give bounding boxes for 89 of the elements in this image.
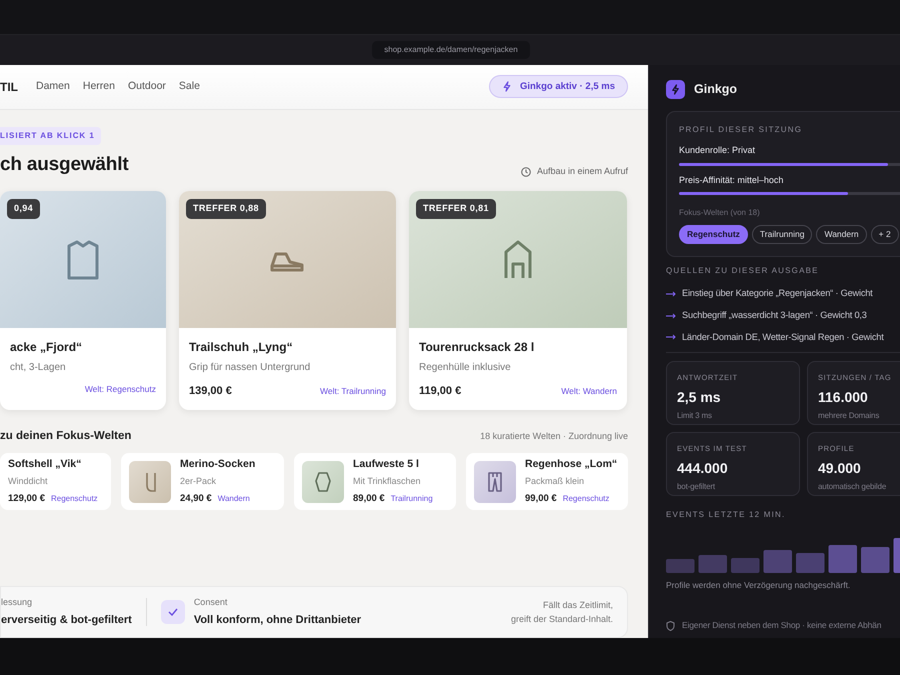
arrow-icon — [666, 312, 676, 319]
source-item: Länder-Domain DE, Wetter-Signal Regen · Gewicht — [682, 330, 884, 344]
product-title: Trailschuh „Lyng“ — [189, 339, 294, 356]
section-note: 18 kuratierte Welten · Zuordnung live — [480, 430, 628, 443]
product-subtitle: Packmaß klein — [525, 475, 586, 488]
lightning-icon — [671, 84, 680, 95]
status-pill[interactable]: Ginkgo aktiv · 2,5 ms — [488, 75, 628, 98]
shop-logo[interactable]: TIL — [0, 78, 18, 96]
clock-icon — [520, 166, 531, 176]
product-card[interactable]: Regenhose „Lom“ Packmaß klein 99,00 € Regenschutz — [466, 453, 628, 510]
section-heading: ch ausgewählt — [0, 152, 128, 177]
build-note: Aufbau in einem Aufruf — [536, 164, 628, 178]
world-tag: Trailrunning — [390, 492, 433, 505]
card-heading: PROFIL DIESER SITZUNG — [679, 124, 804, 136]
product-card[interactable]: Merino-Socken 2er-Pack 24,90 € Wandern — [121, 453, 284, 510]
source-item: Suchbegriff „wasserdicht 3-lagen“ · Gewicht 0,3 — [682, 308, 867, 322]
status-text: Ginkgo aktiv · 2,5 ms — [520, 80, 615, 94]
product-subtitle: cht, 3-Lagen — [10, 361, 67, 376]
stat-note: bot-gefiltert — [677, 480, 716, 493]
shield-icon — [666, 620, 675, 631]
section-title: zu deinen Fokus-Welten — [0, 428, 132, 444]
product-subtitle: Winddicht — [8, 475, 49, 488]
nav-link[interactable]: Herren — [82, 79, 115, 95]
info-value: erverseitig & bot-gefiltert — [1, 612, 132, 628]
product-price: 129,00 € — [8, 492, 45, 506]
product-price: 89,00 € — [353, 492, 385, 506]
focus-chip[interactable]: Regenschutz — [679, 225, 748, 244]
fallback-note: Fällt das Zeitlimit, greift der Standard-Inhalt. — [510, 599, 613, 626]
focus-chip[interactable]: Trailrunning — [752, 225, 812, 244]
product-price: 119,00 € — [419, 384, 462, 400]
stat-note: automatisch gebilde — [818, 480, 888, 493]
shirt-icon — [65, 240, 101, 280]
info-value: Voll konform, ohne Drittanbieter — [194, 612, 362, 628]
product-card[interactable]: TREFFER 0,88 Trailschuh „Lyng“ Grip für nassen Untergrund 139,00 € Welt: Trailrunning — [179, 191, 396, 410]
focus-label: Fokus-Welten (von 18) — [679, 207, 761, 219]
arrow-icon — [666, 290, 676, 297]
info-label: Consent — [194, 596, 228, 609]
product-card[interactable]: 0,94 acke „Fjord“ cht, 3-Lagen Welt: Regenschutz — [0, 191, 166, 410]
product-price: 99,00 € — [525, 492, 557, 506]
stat-value: 116.000 — [818, 388, 869, 407]
source-item: Einstieg über Kategorie „Regenjacken“ · Gewicht — [682, 287, 873, 300]
focus-chip[interactable]: + 2 — [870, 225, 899, 244]
stat-value: 49.000 — [818, 458, 862, 478]
info-label: lessung — [1, 596, 34, 609]
panel-title: Ginkgo — [694, 81, 738, 98]
product-title: Softshell „Vik“ — [8, 457, 82, 472]
product-subtitle: Grip für nassen Untergrund — [189, 361, 312, 376]
product-subtitle: Mit Trinkflaschen — [353, 475, 422, 488]
product-subtitle: 2er-Pack — [180, 475, 218, 488]
url-field[interactable]: shop.example.de/damen/regenjacken — [372, 41, 530, 59]
panel-footer: Eigener Dienst neben dem Shop · keine externe Abhän — [682, 619, 882, 632]
check-icon — [168, 608, 178, 616]
world-tag: Regenschutz — [562, 492, 610, 505]
stat-value: 2,5 ms — [677, 388, 722, 407]
stat-note: mehrere Domains — [818, 410, 880, 422]
product-card[interactable]: Laufweste 5 l Mit Trinkflaschen 89,00 € Trailrunning — [294, 453, 456, 510]
nav-link[interactable]: Sale — [178, 79, 200, 95]
product-title: Tourenrucksack 28 l — [419, 339, 536, 356]
lightning-icon — [502, 81, 512, 92]
product-title: Laufweste 5 l — [353, 457, 420, 472]
activity-caption: Profile werden ohne Verzögerung nachgeschärft. — [666, 579, 852, 592]
trait-label: Kundenrolle: Privat — [679, 144, 756, 157]
arrow-icon — [666, 334, 676, 340]
stat-note: Limit 3 ms — [677, 410, 713, 422]
match-score-badge: TREFFER 0,88 — [186, 199, 266, 219]
product-price: 139,00 € — [189, 384, 232, 400]
match-score-badge: TREFFER 0,81 — [416, 199, 496, 219]
focus-chip[interactable]: Wandern — [816, 225, 867, 244]
pants-icon — [486, 470, 504, 492]
product-card[interactable]: Softshell „Vik“ Winddicht 129,00 € Regenschutz — [0, 453, 111, 510]
world-tag: Wandern — [218, 492, 250, 505]
product-price: 24,90 € — [180, 492, 212, 506]
product-title: Regenhose „Lom“ — [525, 457, 618, 472]
nav-link[interactable]: Damen — [36, 79, 70, 95]
world-tag: Regenschutz — [50, 492, 98, 505]
match-score-badge: 0,94 — [7, 199, 40, 219]
product-title: Merino-Socken — [180, 457, 256, 472]
trait-label: Preis-Affinität: mittel–hoch — [679, 174, 784, 186]
world-tag: Welt: Wandern — [561, 385, 617, 398]
nav-link[interactable]: Outdoor — [128, 79, 166, 95]
activity-heading: EVENTS LETZTE 12 MIN. — [666, 509, 786, 522]
world-tag: Welt: Regenschutz — [84, 383, 156, 396]
sources-heading: QUELLEN ZU DIESER AUSGABE — [666, 265, 820, 277]
product-card[interactable]: TREFFER 0,81 Tourenrucksack 28 l Regenhülle inklusive 119,00 € Welt: Wandern — [409, 191, 627, 410]
personalized-badge: LISIERT AB KLICK 1 — [0, 126, 101, 145]
product-subtitle: Regenhülle inklusive — [419, 361, 512, 376]
stat-value: 444.000 — [677, 458, 729, 478]
world-tag: Welt: Trailrunning — [320, 385, 386, 398]
product-title: acke „Fjord“ — [10, 339, 84, 356]
